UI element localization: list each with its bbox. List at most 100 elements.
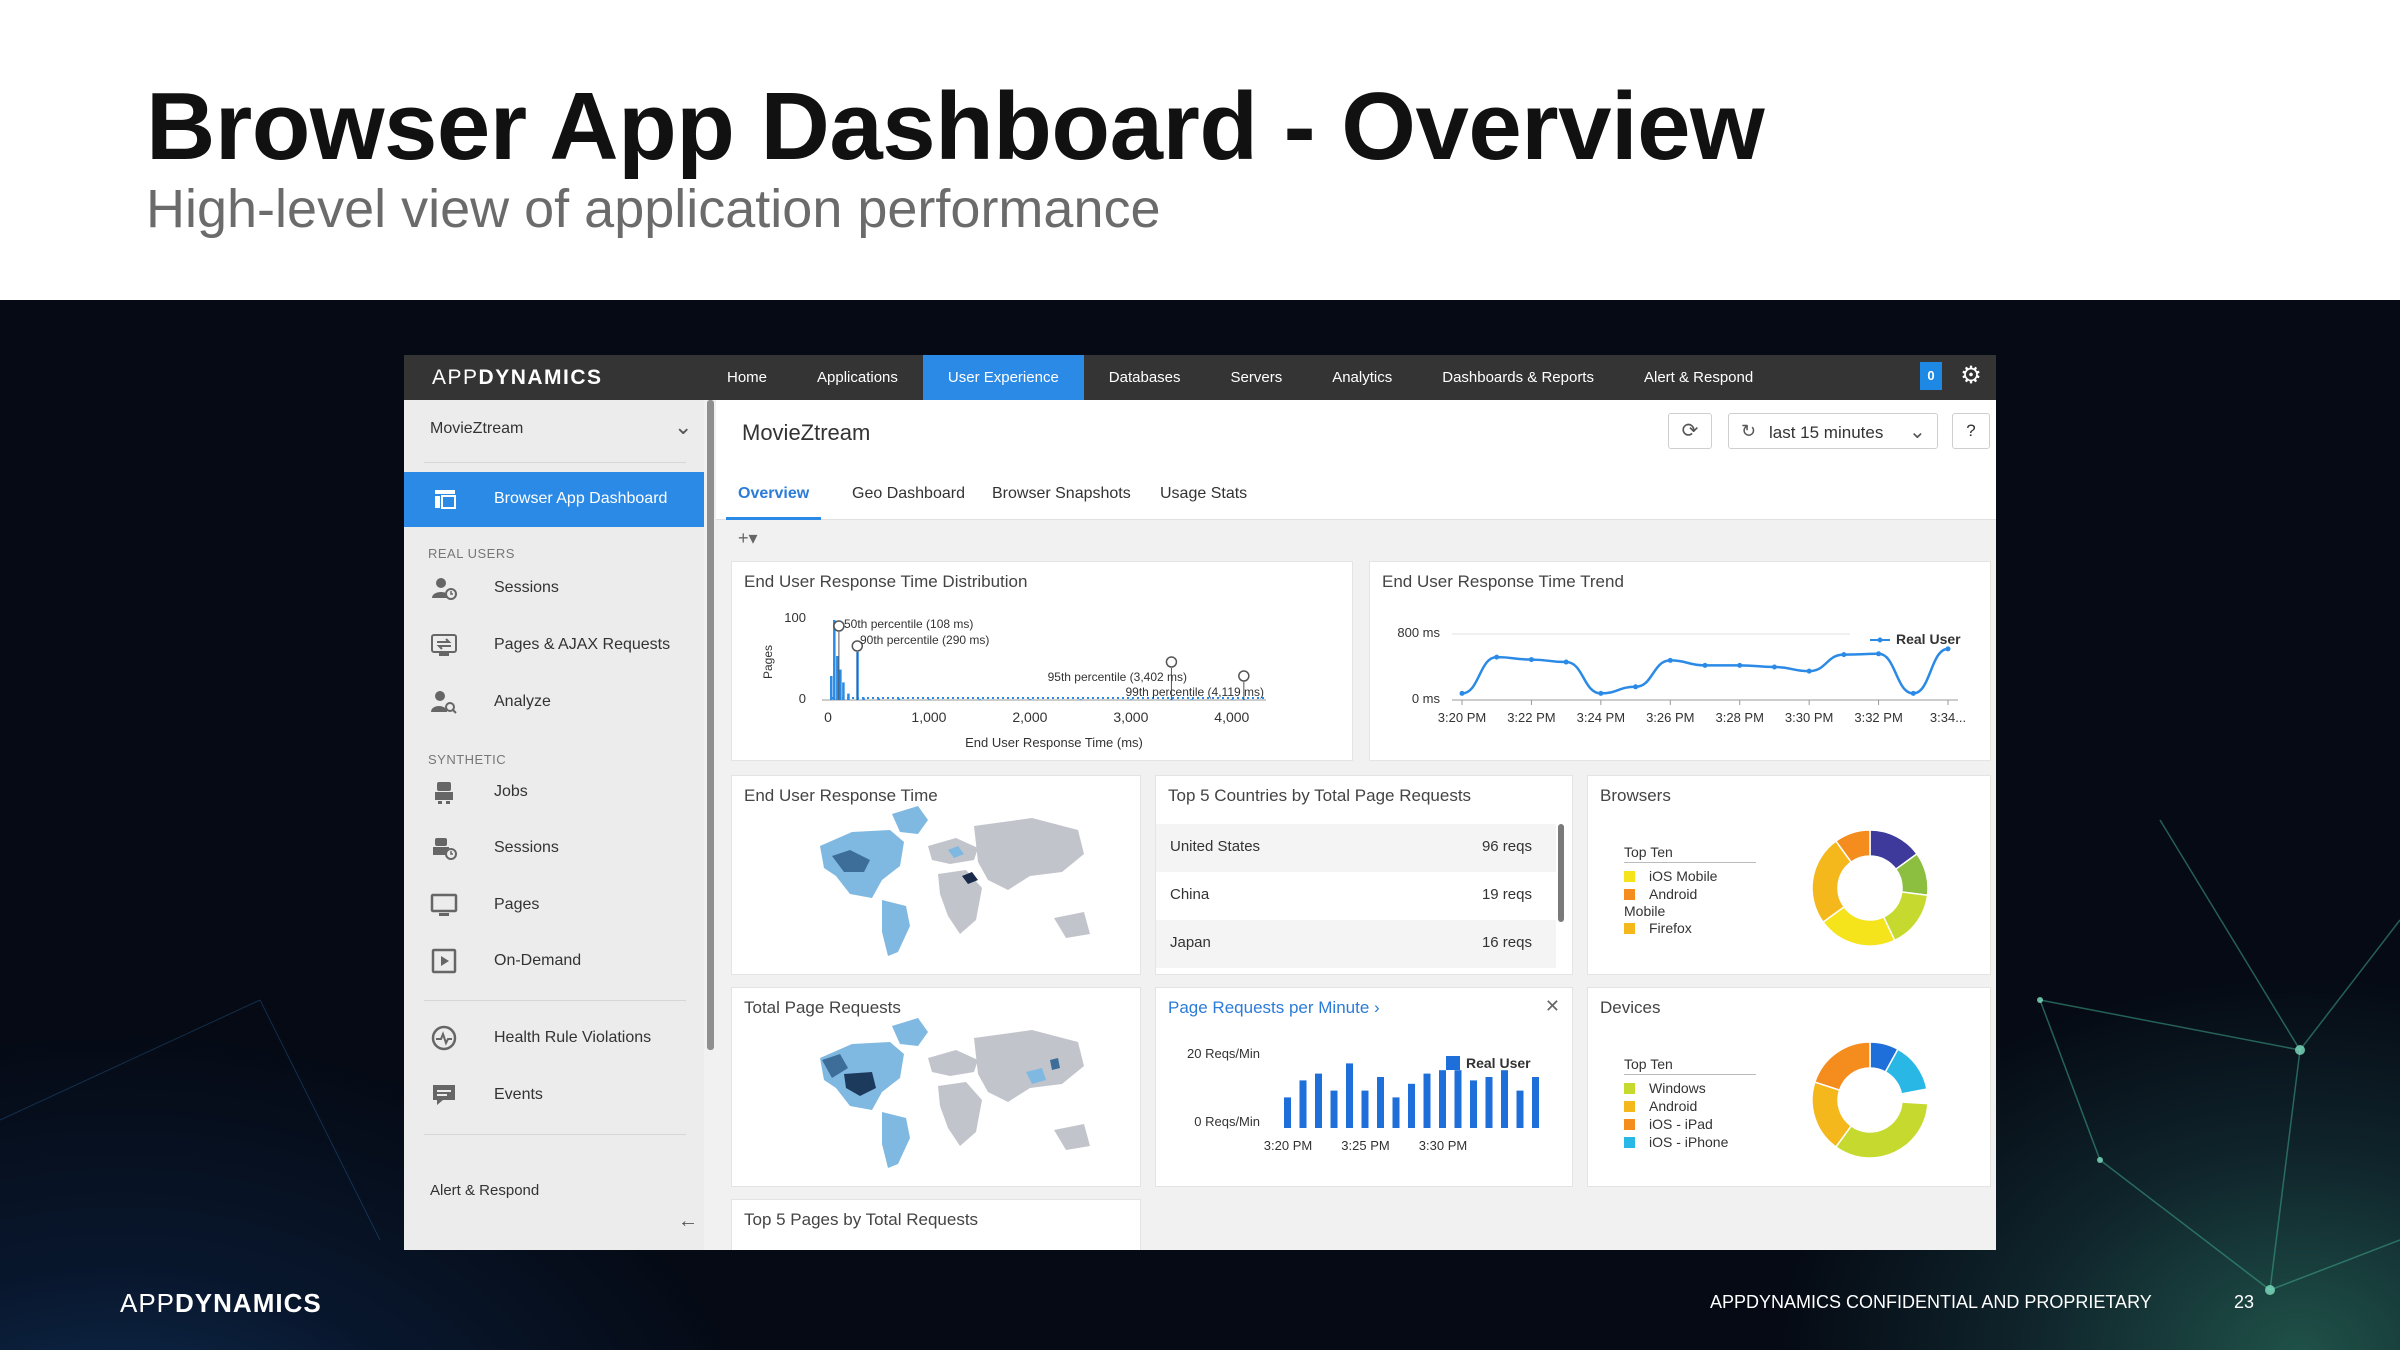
widget-top-pages[interactable]: Top 5 Pages by Total Requests (732, 1200, 1140, 1250)
help-button[interactable]: ? (1952, 413, 1990, 449)
user-clock-icon (432, 578, 457, 600)
widget-page-requests-per-minute[interactable]: Page Requests per Minute › ✕ 20 Reqs/Min… (1156, 988, 1572, 1186)
distribution-bar (862, 697, 865, 700)
sidebar-item-synthetic-sessions[interactable]: Sessions (404, 828, 704, 868)
request-bar (1439, 1070, 1446, 1128)
trend-point (1945, 646, 1951, 652)
distribution-bar (1028, 699, 1032, 700)
tab-geo-dashboard[interactable]: Geo Dashboard (852, 472, 965, 520)
trend-point (1528, 657, 1534, 663)
gear-icon[interactable]: ⚙ (1960, 364, 1982, 388)
widget-browsers[interactable]: Browsers Top Ten iOS Mobile Android Mobi… (1588, 776, 1990, 974)
tab-overview[interactable]: Overview (726, 472, 822, 520)
sync-icon: ↻ (1741, 421, 1757, 441)
application-selector[interactable]: MovieZtream ⌄ (404, 400, 704, 458)
trend-point (1702, 662, 1708, 668)
percentile-annotation: 50th percentile (108 ms) (844, 617, 973, 631)
widget-end-user-response-time[interactable]: End User Response Time (732, 776, 1140, 974)
sidebar-item-label: Sessions (494, 579, 559, 596)
robot-clock-icon (433, 838, 457, 860)
nav-user-experience[interactable]: User Experience (922, 355, 1084, 400)
widget-devices[interactable]: Devices Top Ten Windows Android iOS - iP… (1588, 988, 1990, 1186)
country-requests: 19 reqs (1481, 886, 1532, 903)
trend-point (1806, 668, 1812, 674)
request-bar (1330, 1090, 1338, 1128)
user-search-icon (431, 691, 457, 714)
sidebar-item-alert-respond[interactable]: Alert & Respond (430, 1182, 539, 1199)
table-row[interactable]: Japan 16 reqs (1156, 920, 1556, 968)
section-synthetic: SYNTHETIC (428, 752, 507, 767)
world-map (820, 1018, 1090, 1168)
nav-home[interactable]: Home (702, 355, 792, 400)
sidebar-item-label: Health Rule Violations (494, 1029, 652, 1046)
sidebar-item-events[interactable]: Events (404, 1075, 704, 1115)
percentile-marker (1238, 670, 1250, 682)
request-bar (1315, 1073, 1322, 1128)
widget-response-time-distribution[interactable]: End User Response Time Distribution 100 0… (732, 562, 1352, 760)
sidebar-item-jobs[interactable]: Jobs (404, 772, 704, 812)
notification-badge[interactable]: 0 (1920, 362, 1942, 390)
country-name: Japan (1170, 934, 1211, 951)
widget-top-countries[interactable]: Top 5 Countries by Total Page Requests U… (1156, 776, 1572, 974)
chevron-down-icon: ⌄ (674, 414, 693, 439)
refresh-button[interactable]: ⟳ (1668, 413, 1712, 449)
slide-title: Browser App Dashboard - Overview (146, 73, 1765, 180)
sidebar-item-real-sessions[interactable]: Sessions (404, 568, 704, 608)
nav-dashboards-reports[interactable]: Dashboards & Reports (1417, 355, 1619, 400)
collapse-arrow-icon[interactable]: ← (678, 1210, 698, 1233)
trend-chart: 800 ms 0 ms 3:20 PM 3:22 PM 3:24 PM 3:26 PM 3:… (1397, 625, 1966, 725)
app-window: APPDYNAMICS Home Applications User Experie… (404, 355, 1996, 1250)
tab-bar: Overview Geo Dashboard Browser Snapshots… (716, 472, 1996, 520)
country-name: China (1170, 886, 1210, 903)
slide: Browser App Dashboard - Overview High-le… (0, 0, 2400, 1350)
x-tick-label: 3:20 PM (1264, 1138, 1312, 1153)
add-widget-button[interactable]: +▾ (738, 528, 758, 549)
footer-logo: APPDYNAMICS (120, 1288, 322, 1318)
distribution-bar (877, 698, 880, 700)
browsers-donut-chart (1811, 829, 1929, 947)
brand-logo[interactable]: APPDYNAMICS (432, 366, 603, 390)
nav-alert-respond[interactable]: Alert & Respond (1619, 355, 1778, 400)
world-map (820, 806, 1090, 956)
y-axis-label: Pages (761, 645, 775, 679)
donut-slice (1813, 1041, 1871, 1092)
distribution-bar (927, 699, 931, 700)
sidebar-item-browser-app-dashboard[interactable]: Browser App Dashboard (404, 472, 704, 527)
distribution-bar (833, 620, 836, 700)
request-bar (1284, 1097, 1291, 1128)
tab-browser-snapshots[interactable]: Browser Snapshots (992, 472, 1131, 520)
tab-usage-stats[interactable]: Usage Stats (1160, 472, 1247, 520)
table-row[interactable]: China 19 reqs (1156, 872, 1556, 920)
request-bar (1299, 1080, 1307, 1128)
dashboard-icon (435, 490, 456, 509)
x-tick-label: 3:26 PM (1646, 710, 1694, 725)
trend-point (1667, 657, 1673, 663)
distribution-bar (830, 676, 833, 700)
table-row[interactable]: United States 96 reqs (1156, 824, 1556, 872)
legend-label: Real User (1466, 1055, 1531, 1071)
sidebar-item-health-rule-violations[interactable]: Health Rule Violations (404, 1018, 704, 1058)
robot-icon (435, 782, 453, 804)
widget-scrollbar[interactable] (1558, 824, 1564, 922)
sidebar-item-pages[interactable]: Pages (404, 885, 704, 925)
sidebar-item-pages-ajax[interactable]: Pages & AJAX Requests (404, 625, 704, 665)
nav-applications[interactable]: Applications (792, 355, 923, 400)
nav-servers[interactable]: Servers (1206, 355, 1308, 400)
sidebar-item-analyze[interactable]: Analyze (404, 682, 704, 722)
time-range-selector[interactable]: ↻ last 15 minutes ⌄ (1728, 413, 1938, 449)
sidebar-item-on-demand[interactable]: On-Demand (404, 941, 704, 981)
sidebar-scrollbar[interactable] (707, 400, 714, 1050)
chevron-down-icon: ⌄ (1909, 421, 1926, 443)
sidebar-item-label: On-Demand (494, 952, 582, 969)
widget-response-time-trend[interactable]: End User Response Time Trend 800 ms 0 ms 3… (1370, 562, 1990, 760)
widget-total-page-requests[interactable]: Total Page Requests (732, 988, 1140, 1186)
nav-databases[interactable]: Databases (1084, 355, 1206, 400)
trend-point (1633, 684, 1639, 690)
x-tick-label: 3:30 PM (1419, 1138, 1467, 1153)
donut-slice (1834, 1101, 1929, 1159)
percentile-marker (833, 620, 845, 632)
trend-line (1461, 647, 1949, 695)
nav-analytics[interactable]: Analytics (1307, 355, 1417, 400)
trend-point (1737, 662, 1743, 668)
x-tick-label: 0 (824, 709, 832, 725)
